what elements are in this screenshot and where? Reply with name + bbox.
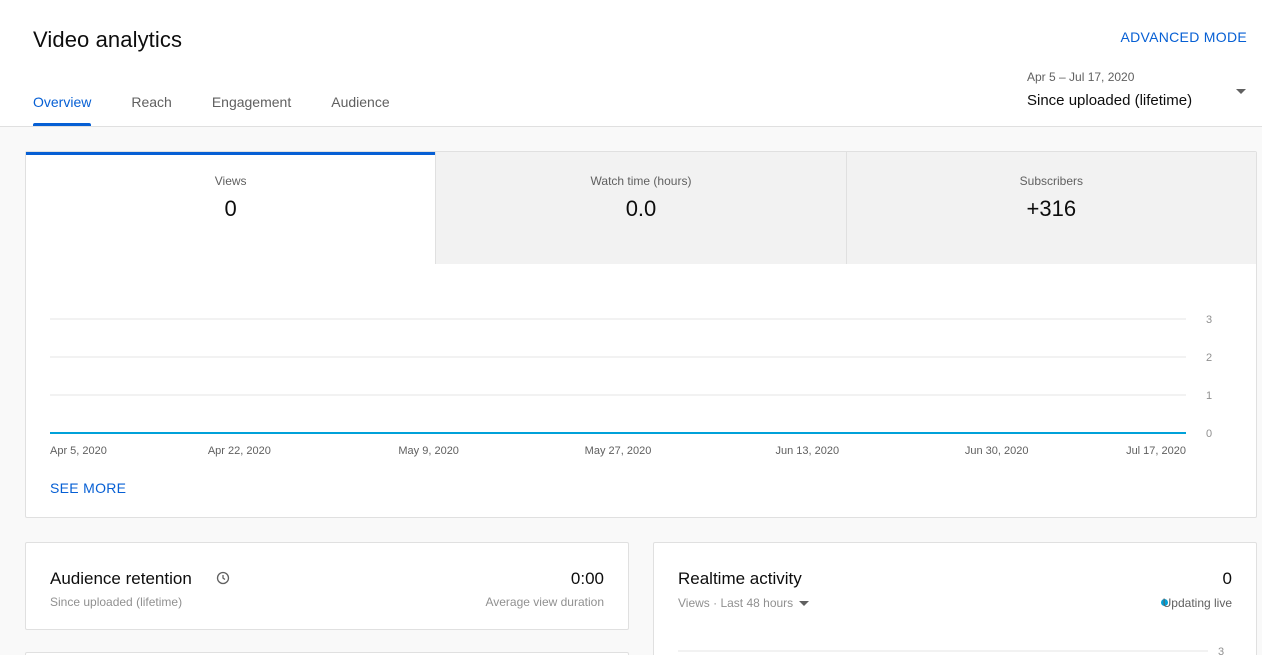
page-title: Video analytics xyxy=(33,27,183,52)
chevron-down-icon xyxy=(1236,89,1246,94)
advanced-mode-button[interactable]: ADVANCED MODE xyxy=(1120,29,1247,45)
metric-tab-subscribers[interactable]: Subscribers +316 xyxy=(845,152,1256,264)
metric-tab-watch-time[interactable]: Watch time (hours) 0.0 xyxy=(435,152,846,264)
tab-bar: Overview Reach Engagement Audience xyxy=(33,88,430,127)
y-tick-label: 3 xyxy=(1206,314,1212,326)
y-tick-label: 2 xyxy=(1206,352,1212,364)
tab-engagement[interactable]: Engagement xyxy=(212,88,291,126)
header: Video analytics ADVANCED MODE Overview R… xyxy=(0,0,1262,127)
see-more-link[interactable]: SEE MORE xyxy=(50,480,126,496)
views-line-chart: 0 1 2 3 Apr 5, 2020 Apr 22, 2020 May 9, 2020 Ma… xyxy=(50,314,1212,457)
overview-chart-card: Views 0 Watch time (hours) 0.0 Subscribe… xyxy=(25,151,1257,518)
x-tick-label: Jun 30, 2020 xyxy=(965,445,1029,457)
y-tick-label: 1 xyxy=(1206,390,1212,402)
clock-icon[interactable] xyxy=(216,571,230,585)
realtime-ytick: 3 xyxy=(1218,646,1224,655)
x-tick-label: May 27, 2020 xyxy=(585,445,652,457)
audience-retention-card: Audience retention Since uploaded (lifet… xyxy=(25,542,629,630)
date-range-text: Apr 5 – Jul 17, 2020 xyxy=(1027,70,1135,84)
date-range-dropdown[interactable]: Apr 5 – Jul 17, 2020 Since uploaded (lif… xyxy=(1027,70,1252,118)
x-tick-label: Apr 22, 2020 xyxy=(208,445,271,457)
metric-label: Subscribers xyxy=(1019,174,1083,188)
updating-live-label: Updating live xyxy=(1162,596,1232,610)
x-tick-label: Jun 13, 2020 xyxy=(776,445,840,457)
tab-overview[interactable]: Overview xyxy=(33,88,92,126)
realtime-activity-card: Realtime activity Views · Last 48 hours … xyxy=(653,542,1257,655)
metric-tab-views[interactable]: Views 0 xyxy=(26,152,436,264)
realtime-views-value: 0 xyxy=(1222,569,1232,588)
card-title: Audience retention xyxy=(50,569,192,588)
metric-value: 0.0 xyxy=(625,196,657,221)
metric-label: Watch time (hours) xyxy=(590,174,692,188)
x-tick-label: Jul 17, 2020 xyxy=(1126,445,1186,457)
realtime-range-label: Views · Last 48 hours xyxy=(678,596,794,610)
metric-value: +316 xyxy=(1026,196,1077,221)
date-range-label: Since uploaded (lifetime) xyxy=(1027,92,1193,109)
x-tick-label: May 9, 2020 xyxy=(398,445,459,457)
average-view-duration-value: 0:00 xyxy=(570,569,604,588)
tab-audience[interactable]: Audience xyxy=(331,88,389,126)
realtime-range-dropdown[interactable]: Views · Last 48 hours xyxy=(678,596,810,610)
metric-value: 0 xyxy=(224,196,237,221)
x-tick-label: Apr 5, 2020 xyxy=(50,445,107,457)
chevron-down-icon xyxy=(799,601,810,607)
card-subtitle: Since uploaded (lifetime) xyxy=(50,595,183,609)
y-tick-label: 0 xyxy=(1206,428,1212,440)
realtime-chart: 3 xyxy=(678,646,1224,655)
tab-reach[interactable]: Reach xyxy=(131,88,171,126)
metric-label: Views xyxy=(214,174,247,188)
metric-tabs: Views 0 Watch time (hours) 0.0 Subscribe… xyxy=(26,152,1256,264)
average-view-duration-label: Average view duration xyxy=(485,595,604,609)
card-title: Realtime activity xyxy=(678,569,802,588)
